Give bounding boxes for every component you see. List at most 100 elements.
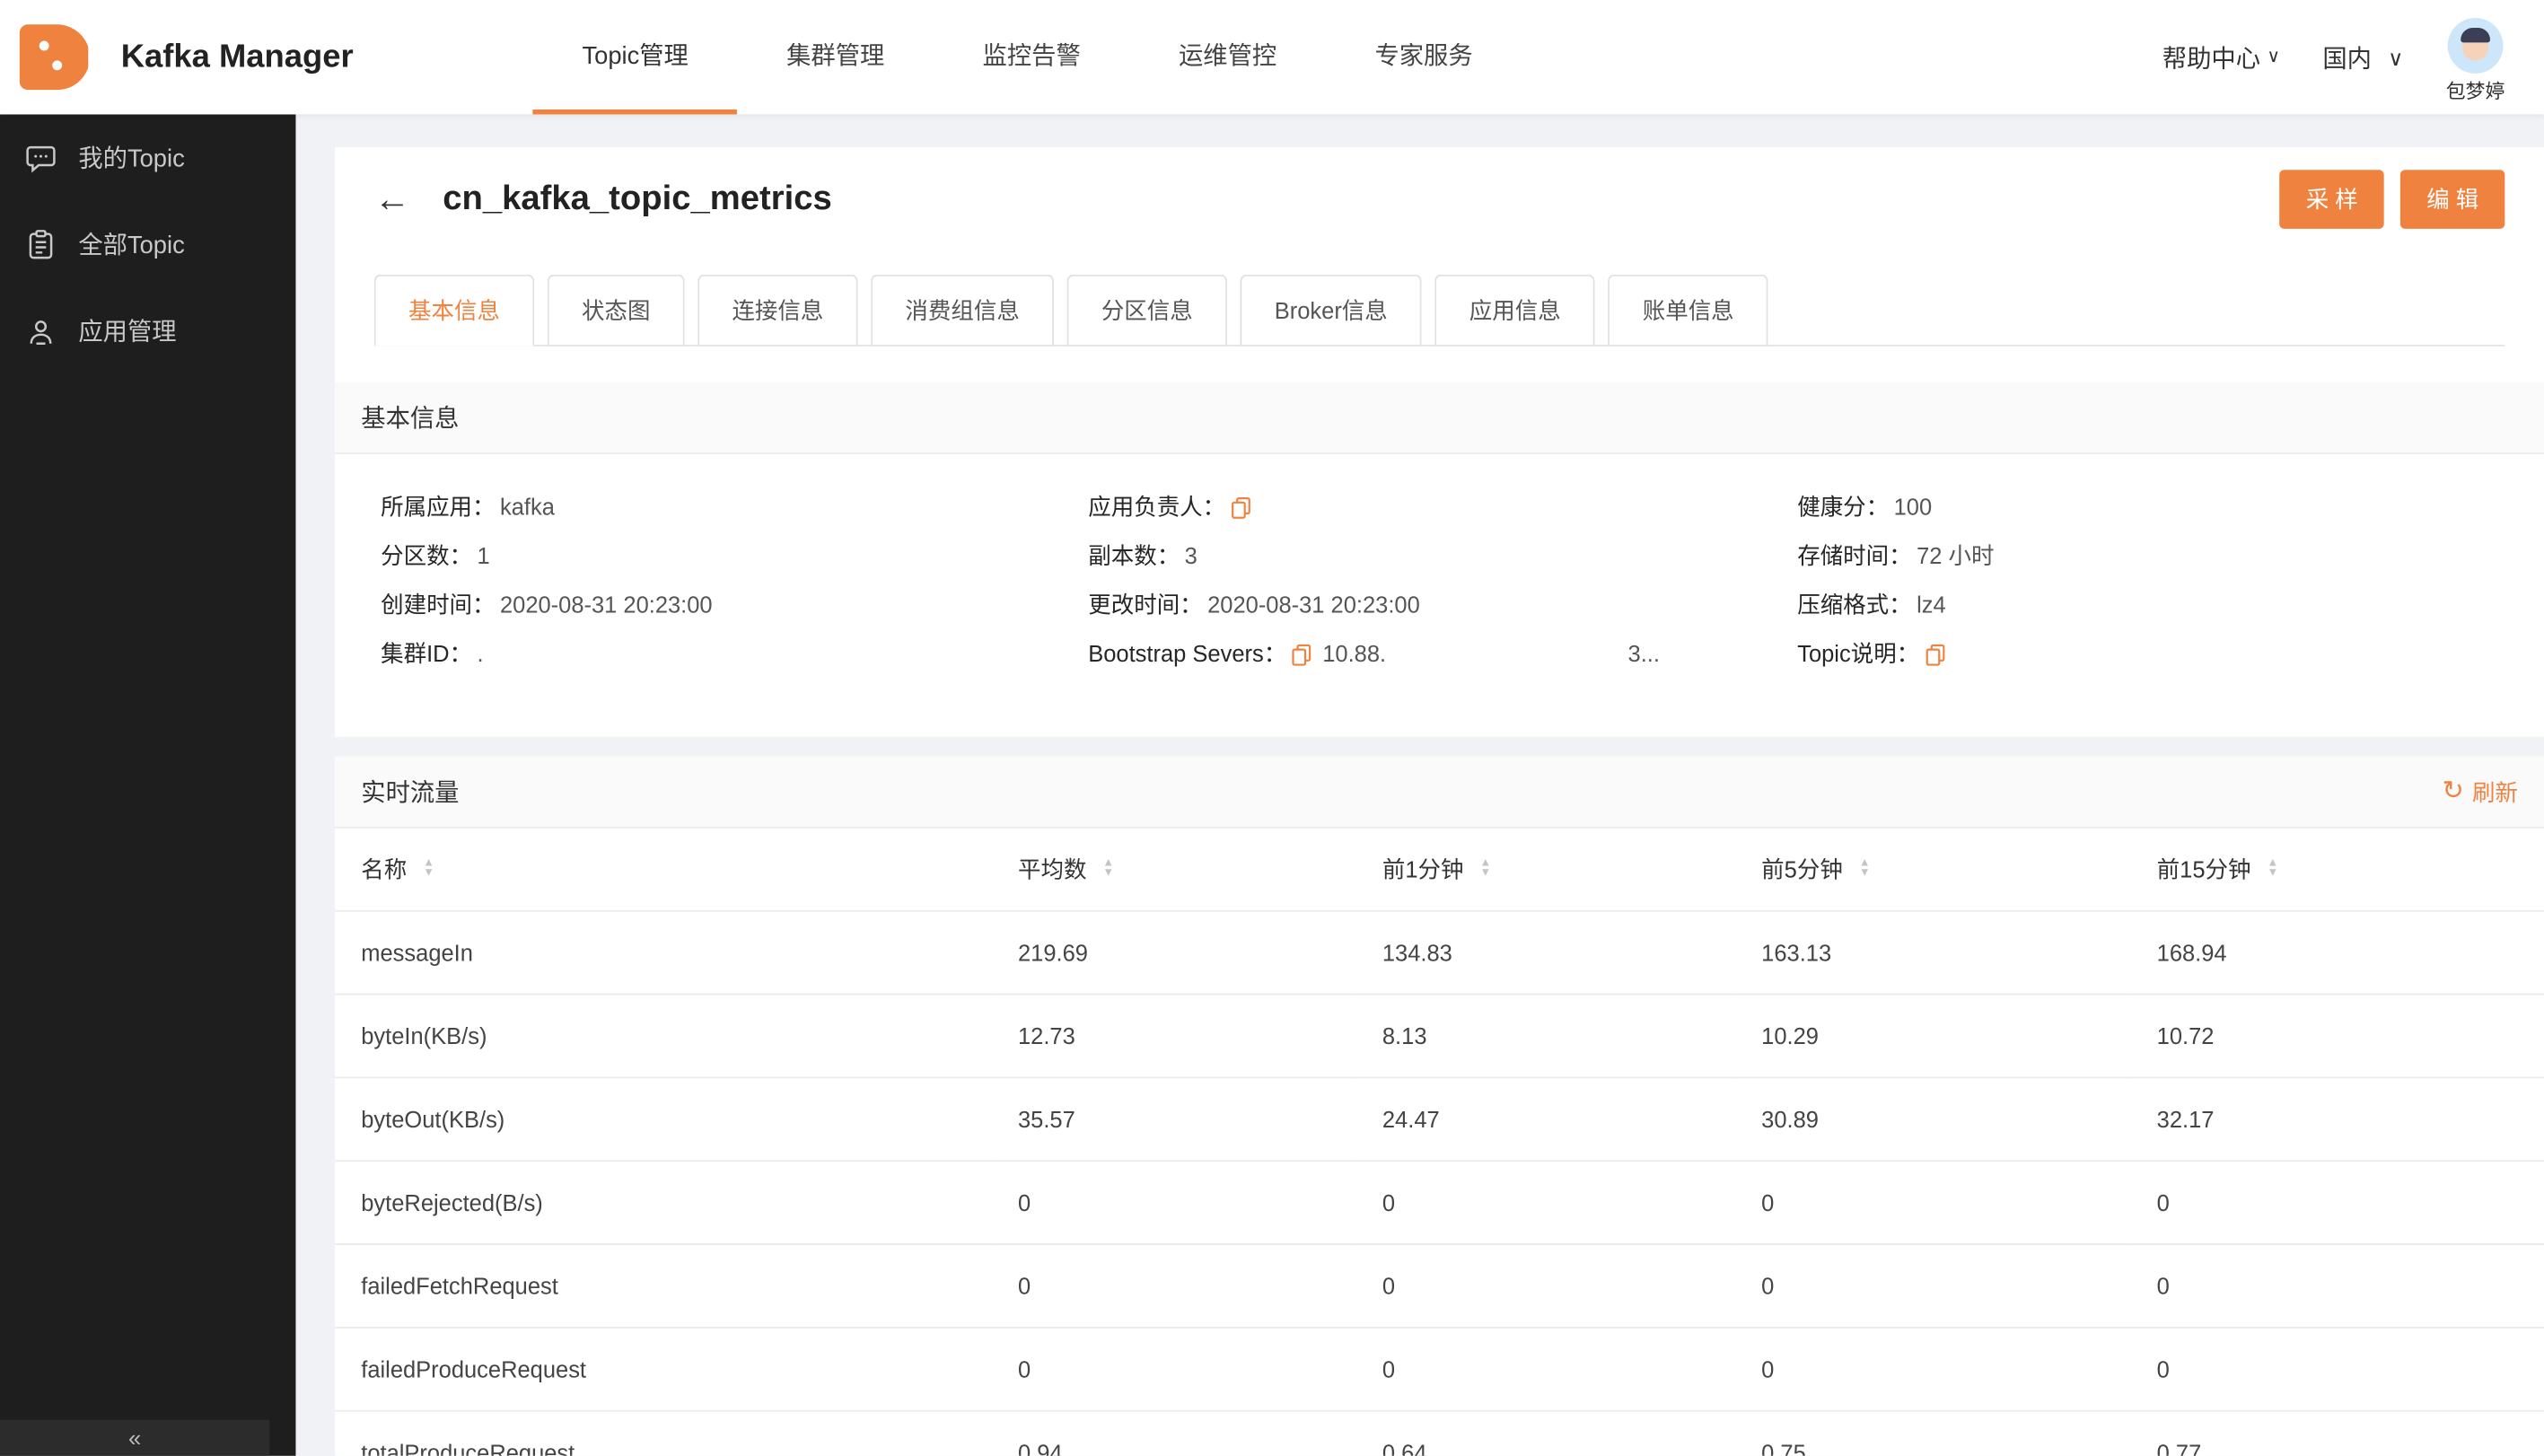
info-field: 集群ID： . — [381, 637, 1088, 671]
section-title: 基本信息 — [361, 405, 460, 434]
column-label: 平均数 — [1017, 855, 1087, 882]
column-label: 前1分钟 — [1382, 855, 1464, 882]
chat-icon — [26, 145, 56, 172]
metric-5min: 163.13 — [1735, 909, 2131, 995]
title-row: ← cn_kafka_topic_metrics 采 样 编 辑 — [374, 170, 2505, 229]
sort-icon[interactable]: ▲ ▼ — [423, 858, 434, 880]
tab[interactable]: 基本信息 — [373, 274, 535, 346]
copy-icon[interactable] — [1231, 496, 1252, 518]
field-label: 健康分： — [1797, 493, 1890, 520]
metric-1min: 0 — [1355, 1327, 1736, 1411]
help-center-link[interactable]: 帮助中心 ∨ — [2162, 40, 2280, 75]
column-header[interactable]: 前15分钟 ▲ ▼ — [2131, 829, 2544, 911]
field-label: 分区数： — [381, 542, 473, 569]
sort-icon[interactable]: ▲ ▼ — [2267, 858, 2278, 880]
nav-item[interactable]: 监控告警 — [934, 0, 1129, 114]
region-selector[interactable]: 国内 ∨ — [2322, 40, 2403, 75]
nav-item[interactable]: 集群管理 — [737, 0, 933, 114]
tab-label: 基本信息 — [408, 297, 500, 324]
info-field: 存储时间： 72 小时 — [1797, 539, 2544, 574]
sidebar-item-label: 我的Topic — [78, 145, 185, 173]
metric-5min: 30.89 — [1735, 1076, 2131, 1162]
sort-desc-icon: ▼ — [1479, 867, 1492, 880]
metric-15min: 0 — [2130, 1243, 2544, 1328]
field-value: . — [477, 640, 484, 667]
tab-label: 分区信息 — [1101, 297, 1193, 324]
table-row: failedProduceRequest 0 0 0 0 — [335, 1327, 2544, 1411]
metric-1min: 0 — [1355, 1160, 1736, 1245]
realtime-traffic-card: 实时流量 ↻ 刷新 名称 ▲ ▼ 平均数 ▲ ▼ 前1分钟 ▲ ▼ 前5分钟 ▲… — [335, 756, 2544, 1456]
field-label: 更改时间： — [1088, 591, 1203, 618]
metric-avg: 0 — [991, 1327, 1356, 1411]
column-header[interactable]: 前5分钟 ▲ ▼ — [1735, 829, 2130, 911]
metric-15min: 168.94 — [2130, 909, 2544, 995]
app-management-icon — [30, 320, 52, 345]
field-value: 2020-08-31 20:23:00 — [1207, 591, 1420, 618]
tab[interactable]: 连接信息 — [697, 274, 858, 346]
tab-label: 应用信息 — [1469, 297, 1561, 324]
tab[interactable]: 状态图 — [547, 274, 685, 346]
field-label: 应用负责人： — [1088, 493, 1226, 520]
realtime-section-header: 实时流量 ↻ 刷新 — [335, 756, 2544, 829]
action-button[interactable]: 编 辑 — [2400, 170, 2505, 229]
info-field: 更改时间： 2020-08-31 20:23:00 — [1088, 588, 1797, 622]
sidebar-item-my-topic[interactable]: 我的Topic — [0, 114, 295, 200]
info-field: 分区数： 1 — [381, 539, 1088, 574]
info-field: 压缩格式： lz4 — [1797, 588, 2544, 622]
nav-item[interactable]: Topic管理 — [532, 0, 738, 115]
sidebar-item-app-management[interactable]: 应用管理 — [0, 287, 295, 373]
metric-name: totalProduceRequest — [335, 1409, 992, 1456]
table-row: byteIn(KB/s) 12.73 8.13 10.29 10.72 — [335, 993, 2544, 1078]
sort-icon[interactable]: ▲ ▼ — [1479, 858, 1492, 880]
table-row: byteOut(KB/s) 35.57 24.47 30.89 32.17 — [335, 1076, 2544, 1162]
metric-name: byteOut(KB/s) — [335, 1076, 992, 1162]
tab[interactable]: Broker信息 — [1240, 274, 1423, 346]
main-nav: Topic管理 集群管理 监控告警 运维管控 专家服务 — [532, 0, 1522, 115]
sort-desc-icon: ▼ — [1858, 867, 1871, 880]
info-field: Bootstrap Severs： 10.88. 3... — [1088, 637, 1797, 671]
region-label: 国内 — [2322, 45, 2372, 73]
collapse-sidebar-button[interactable]: « — [0, 1419, 270, 1456]
nav-item[interactable]: 运维管控 — [1129, 0, 1325, 114]
metric-1min: 0.64 — [1355, 1409, 1736, 1456]
metric-name: failedFetchRequest — [335, 1243, 992, 1328]
sort-icon[interactable]: ▲ ▼ — [1102, 858, 1115, 880]
sort-icon[interactable]: ▲ ▼ — [1858, 858, 1871, 880]
chevron-down-icon: ∨ — [2388, 45, 2404, 70]
nav-item[interactable]: 专家服务 — [1326, 0, 1522, 114]
tab[interactable]: 应用信息 — [1434, 274, 1595, 346]
copy-icon[interactable] — [1292, 643, 1313, 665]
header-right: 帮助中心 ∨ 国内 ∨ 包梦婷 — [2162, 0, 2505, 114]
field-label: 所属应用： — [381, 493, 496, 520]
column-label: 前15分钟 — [2156, 855, 2251, 882]
refresh-button[interactable]: ↻ 刷新 — [2442, 776, 2517, 808]
back-button[interactable]: ← — [374, 180, 410, 217]
nav-item-label: Topic管理 — [582, 42, 689, 71]
nav-item-label: 监控告警 — [982, 42, 1081, 71]
sort-desc-icon: ▼ — [1102, 867, 1115, 880]
tab[interactable]: 账单信息 — [1608, 274, 1768, 346]
info-field: Topic说明： — [1797, 637, 2544, 671]
copy-icon[interactable] — [1925, 643, 1946, 665]
chevron-down-icon: ∨ — [2267, 46, 2281, 66]
metrics-table: 名称 ▲ ▼ 平均数 ▲ ▼ 前1分钟 ▲ ▼ 前5分钟 ▲ ▼ 前15分钟 ▲… — [335, 829, 2544, 1456]
info-field: 应用负责人： — [1088, 490, 1797, 524]
metric-15min: 0 — [2130, 1327, 2544, 1411]
action-button[interactable]: 采 样 — [2279, 170, 2384, 229]
field-value: 72 小时 — [1917, 542, 1995, 569]
metric-15min: 0 — [2130, 1160, 2544, 1245]
sidebar-item-all-topic[interactable]: 全部Topic — [0, 201, 295, 287]
avatar[interactable] — [2447, 17, 2504, 73]
metric-name: failedProduceRequest — [335, 1327, 992, 1411]
table-row: byteRejected(B/s) 0 0 0 0 — [335, 1160, 2544, 1245]
metric-avg: 35.57 — [991, 1076, 1356, 1162]
tab[interactable]: 分区信息 — [1066, 274, 1227, 346]
tab-bar: 基本信息 状态图 连接信息 消费组信息 分区信息 Broker信息 应用信息 账… — [373, 274, 2505, 346]
column-header[interactable]: 平均数 ▲ ▼ — [992, 829, 1356, 911]
metric-avg: 12.73 — [991, 993, 1356, 1078]
column-header[interactable]: 名称 ▲ ▼ — [335, 829, 992, 911]
tab[interactable]: 消费组信息 — [871, 274, 1055, 346]
user-menu[interactable]: 包梦婷 — [2446, 11, 2505, 104]
metric-5min: 0 — [1735, 1160, 2131, 1245]
column-header[interactable]: 前1分钟 ▲ ▼ — [1356, 829, 1735, 911]
